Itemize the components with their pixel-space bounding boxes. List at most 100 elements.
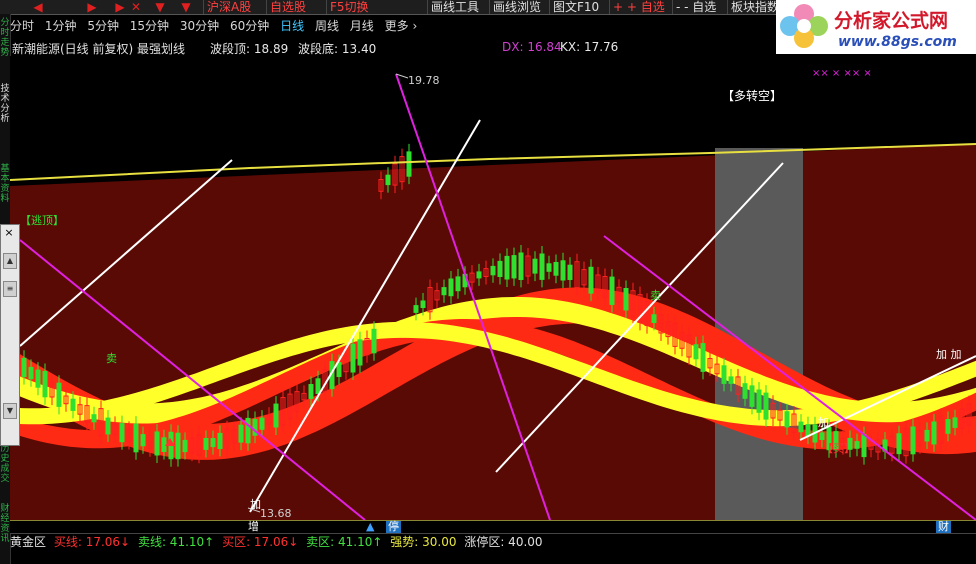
left-tab-1[interactable]: 分时走势 — [0, 18, 10, 58]
low-price-label: 13.68 — [260, 507, 292, 520]
tab-more[interactable]: 更多 › — [385, 17, 418, 35]
tab-60min[interactable]: 60分钟 — [230, 17, 269, 35]
candle — [945, 419, 951, 434]
candle — [35, 369, 41, 388]
candle — [700, 343, 706, 372]
toolbar-draw-tools[interactable]: 画线工具 — [427, 0, 482, 14]
candle — [455, 276, 461, 292]
back-arrow-icon[interactable]: ◀ — [28, 0, 48, 14]
candle — [91, 414, 97, 423]
candle — [154, 431, 160, 456]
x-marks: ×× × ×× × — [812, 68, 872, 79]
candle — [693, 344, 699, 360]
toolbar-sector-index[interactable]: 板块指数 — [727, 0, 782, 14]
toolbar-f5-switch[interactable]: F5切换 — [326, 0, 372, 14]
candle — [784, 411, 790, 428]
candle — [119, 423, 125, 443]
candle — [490, 265, 496, 276]
tab-daily[interactable]: 日线 — [280, 17, 304, 35]
candle — [175, 432, 181, 460]
left-tab-2[interactable]: 技术分析 — [0, 84, 10, 124]
panel-scroll-down-icon[interactable]: ▼ — [3, 403, 17, 419]
logo-url: www.88gs.com — [838, 34, 957, 50]
candle — [651, 314, 657, 323]
close-icon[interactable]: × — [2, 226, 16, 240]
candle — [140, 434, 146, 447]
candle — [819, 432, 825, 440]
toolbar-draw-browse[interactable]: 画线浏览 — [489, 0, 544, 14]
candle — [105, 417, 111, 435]
candle — [133, 423, 139, 453]
candle — [910, 426, 916, 455]
down-arrow-icon[interactable]: ▼ — [150, 0, 170, 14]
candle — [56, 382, 62, 407]
tab-monthly[interactable]: 月线 — [350, 17, 374, 35]
floating-tool-panel: × ▲ ≡ ▼ — [0, 224, 20, 446]
tab-5min[interactable]: 5分钟 — [87, 17, 119, 35]
candle — [805, 424, 811, 437]
kline-chart[interactable]: 19.78 13.68 【多转空】 【逃顶】 【买】 卖 卖 加 加 加 加 ×… — [10, 56, 976, 520]
tab-intraday[interactable]: 分时 — [10, 17, 34, 35]
dx-label: DX: 16.84 — [502, 40, 562, 54]
chart-title: 新潮能源(日线 前复权) 最强划线 — [12, 42, 185, 56]
indicator-row: 黄金区 买线: 17.06↓ 卖线: 41.10↑ 买区: 17.06↓ 卖区:… — [10, 533, 976, 550]
left-tab-3[interactable]: 基本资料 — [0, 164, 10, 204]
candle — [273, 403, 279, 428]
kx-label: KX: 17.76 — [560, 40, 619, 54]
candle — [763, 392, 769, 420]
left-tab-4[interactable]: 历史成交 — [0, 444, 10, 484]
indicator-golden-zone: 黄金区 — [10, 535, 47, 549]
tab-15min[interactable]: 15分钟 — [130, 17, 169, 35]
panel-menu-icon[interactable]: ≡ — [3, 281, 17, 297]
candle — [728, 376, 734, 384]
logo-name: 分析家公式网 — [834, 10, 949, 32]
candle — [896, 433, 902, 455]
cursor-triangle-icon[interactable]: ▲ — [364, 521, 376, 533]
toolbar-f10[interactable]: 图文F10 — [549, 0, 602, 14]
toolbar-remove-favorite[interactable]: - - 自选 — [672, 0, 719, 14]
candle — [161, 437, 167, 452]
candle — [560, 260, 566, 281]
toolbar-hs-a[interactable]: 沪深A股 — [203, 0, 254, 14]
toolbar-favorites[interactable]: 自选股 — [266, 0, 309, 14]
tab-1min[interactable]: 1分钟 — [45, 17, 77, 35]
toolbar-add-favorite[interactable]: + + 自选 — [609, 0, 668, 14]
tag-increase: 增 — [246, 520, 261, 533]
candle — [385, 174, 391, 186]
close-x-icon[interactable]: ✕ — [126, 0, 146, 14]
candle — [931, 421, 937, 445]
forward-arrow-icon[interactable]: ▶ — [82, 0, 102, 14]
signal-top-label: 【多转空】 — [722, 88, 782, 103]
tab-30min[interactable]: 30分钟 — [180, 17, 219, 35]
panel-scroll-up-icon[interactable]: ▲ — [3, 253, 17, 269]
candle — [308, 384, 314, 399]
sell-mark-1: 卖 — [106, 352, 117, 365]
candle — [245, 417, 251, 444]
down-arrow-2-icon[interactable]: ▼ — [176, 0, 196, 14]
left-tab-5[interactable]: 财经资讯 — [0, 504, 10, 544]
candle — [406, 151, 412, 177]
candle — [28, 366, 34, 380]
date-axis-strip: 增 ▲ 停 财 — [10, 520, 976, 533]
candle — [952, 417, 958, 428]
wave-top-label: 波段顶: 18.89 — [210, 42, 289, 56]
candle — [210, 438, 216, 448]
candle — [420, 300, 426, 308]
candle — [924, 429, 930, 442]
tab-weekly[interactable]: 周线 — [315, 17, 339, 35]
candle — [798, 421, 804, 433]
indicator-strength: 强势: 30.00 — [390, 535, 457, 549]
tag-finance: 财 — [936, 520, 951, 533]
add-mark-1: 加 — [250, 498, 261, 511]
candle — [609, 276, 615, 305]
sell-mark-2: 卖 — [650, 289, 661, 302]
wave-bottom-label: 波段底: 13.40 — [298, 42, 377, 56]
candle — [588, 266, 594, 294]
candle — [441, 287, 447, 296]
candle — [532, 258, 538, 274]
candle — [546, 263, 552, 272]
candle — [413, 305, 419, 313]
candle — [259, 417, 265, 430]
candle — [861, 434, 867, 458]
candle — [350, 343, 356, 373]
